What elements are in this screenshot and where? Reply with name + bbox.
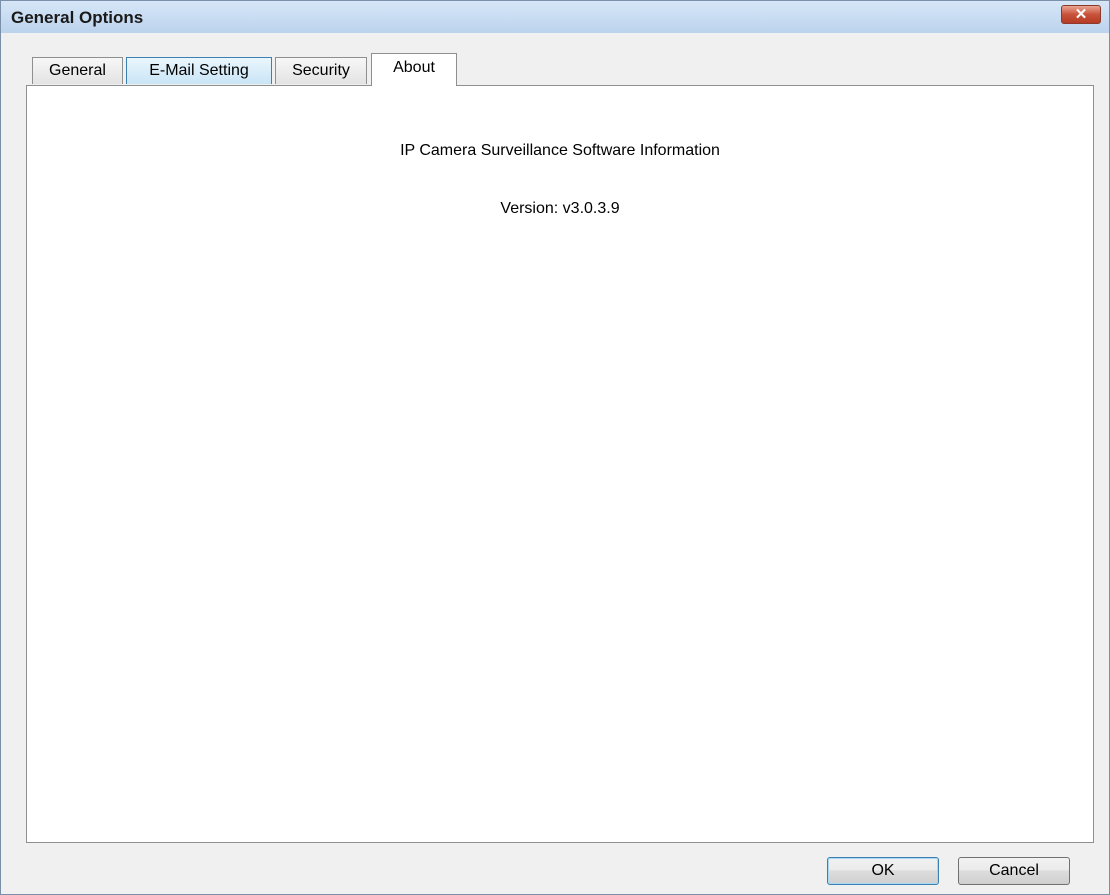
title-bar[interactable]: General Options ✕: [1, 1, 1109, 33]
dialog-window: General Options ✕ General E-Mail Setting…: [0, 0, 1110, 895]
close-icon: ✕: [1074, 6, 1088, 23]
tab-email-setting[interactable]: E-Mail Setting: [126, 57, 272, 84]
close-button[interactable]: ✕: [1061, 5, 1101, 24]
version-label: Version: v3.0.3.9: [500, 200, 620, 217]
tab-general[interactable]: General: [32, 57, 123, 84]
about-panel: IP Camera Surveillance Software Informat…: [26, 85, 1094, 843]
ok-button[interactable]: OK: [827, 857, 939, 885]
software-info-title: IP Camera Surveillance Software Informat…: [400, 142, 720, 159]
window-title: General Options: [11, 8, 144, 27]
cancel-button[interactable]: Cancel: [958, 857, 1070, 885]
tab-about[interactable]: About: [371, 53, 457, 86]
tab-security[interactable]: Security: [275, 57, 367, 84]
